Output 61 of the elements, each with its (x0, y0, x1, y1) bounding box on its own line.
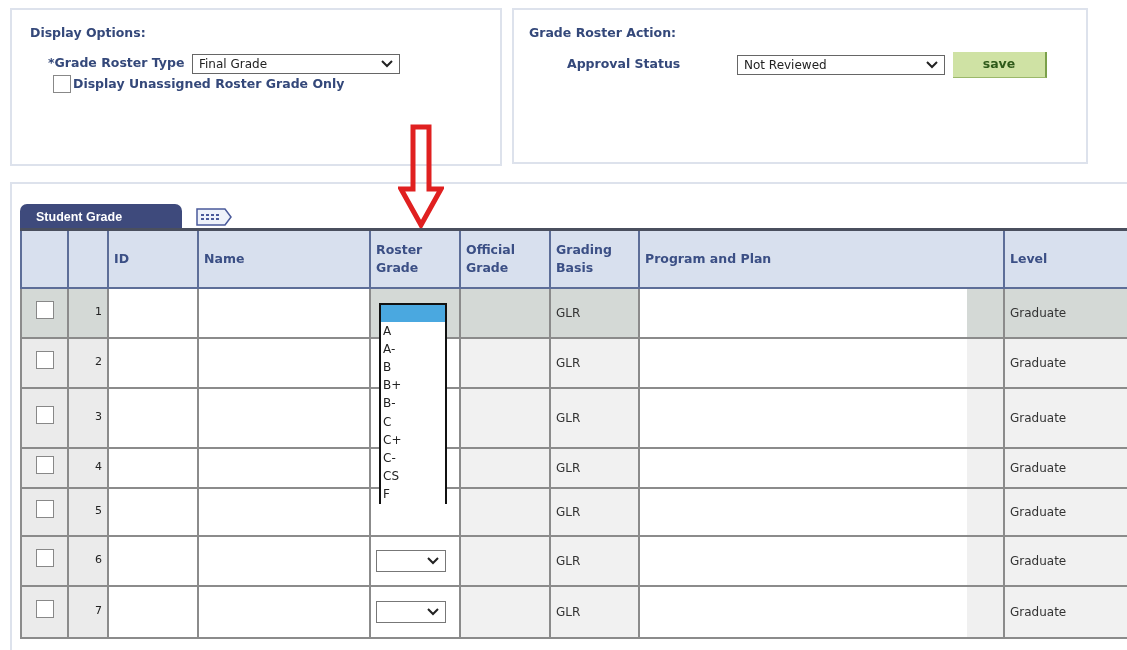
column-header: Grading Basis (550, 229, 639, 288)
column-header: Level (1004, 229, 1127, 288)
field-label: Approval Status (567, 55, 682, 74)
table-cell-text: GLR (556, 355, 581, 370)
grade-option[interactable]: C+ (381, 430, 445, 449)
row-number: 2 (95, 355, 102, 369)
row-checkbox[interactable] (35, 351, 54, 369)
row-checkbox[interactable] (35, 406, 54, 424)
table-cell-text: Graduate (1010, 553, 1067, 568)
row-number: 1 (95, 305, 102, 319)
chevron-down-icon (427, 556, 439, 565)
column-header: Roster Grade (370, 229, 460, 288)
grade-roster-type-dropdown[interactable]: Final Grade (192, 53, 400, 74)
row-number: 5 (95, 504, 102, 518)
panel-heading: Display Options: (30, 24, 147, 42)
row-checkbox[interactable] (35, 549, 54, 567)
table-cell-text: GLR (556, 553, 581, 568)
grade-option[interactable]: B (381, 357, 445, 377)
table-cell-text: Graduate (1010, 604, 1067, 619)
row-checkbox[interactable] (35, 500, 54, 518)
chevron-down-icon (381, 59, 393, 68)
row-checkbox[interactable] (35, 600, 54, 618)
column-header: Program and Plan (639, 229, 1004, 288)
table-cell-text: GLR (556, 604, 581, 619)
chevron-down-icon (427, 607, 439, 616)
column-header: Official Grade (460, 229, 550, 288)
table-cell-text: Graduate (1010, 305, 1067, 320)
grade-option[interactable]: CS (381, 467, 445, 486)
row-number: 7 (95, 604, 102, 618)
table-cell-text: GLR (556, 460, 581, 475)
row-number: 6 (95, 553, 102, 567)
column-header: Name (198, 229, 370, 288)
panel-heading: Grade Roster Action: (529, 24, 678, 42)
table-cell-text: GLR (556, 305, 581, 320)
row-checkbox[interactable] (35, 301, 54, 319)
save-button[interactable]: save (953, 51, 1047, 78)
row-number: 3 (95, 410, 102, 424)
row-checkbox[interactable] (35, 456, 54, 474)
student-grade-tab[interactable]: Student Grade (20, 204, 182, 228)
grade-option[interactable]: A- (381, 339, 445, 358)
grade-option[interactable]: C (381, 412, 445, 431)
checkbox[interactable] (53, 75, 71, 94)
grid-view-icon[interactable] (196, 208, 232, 226)
grade-option[interactable]: B+ (381, 376, 445, 395)
table-cell-text: Graduate (1010, 460, 1067, 475)
row-number: 4 (95, 460, 102, 474)
checkbox-label: Display Unassigned Roster Grade Only (73, 74, 345, 93)
table-cell-text: Graduate (1010, 410, 1067, 425)
roster-grade-dropdown[interactable] (376, 600, 446, 623)
column-header: ID (108, 229, 198, 288)
highlighted-option[interactable] (381, 304, 445, 322)
table-cell-text: Graduate (1010, 355, 1067, 370)
table-cell-text: GLR (556, 410, 581, 425)
field-label: *Grade Roster Type (48, 54, 186, 73)
chevron-down-icon (926, 60, 938, 69)
table-cell-text: GLR (556, 504, 581, 519)
table-cell-text: Graduate (1010, 504, 1067, 519)
roster-grade-dropdown[interactable] (376, 549, 446, 572)
grade-option[interactable]: C- (381, 448, 445, 468)
approval-status-dropdown[interactable]: Not Reviewed (737, 54, 945, 75)
grade-option[interactable]: B- (381, 394, 445, 413)
